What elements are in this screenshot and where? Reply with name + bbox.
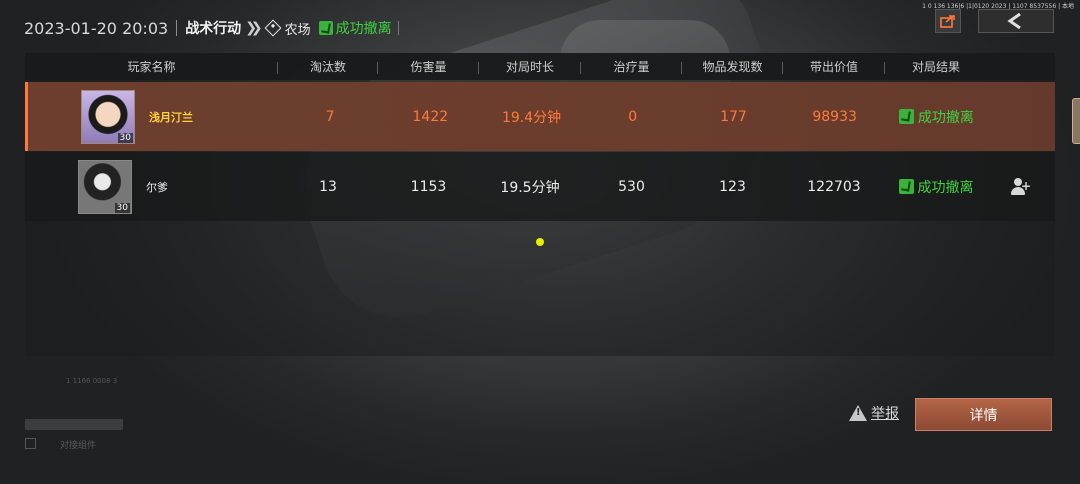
match-header: 2023-01-20 20:03 战术行动 ❯❯ 农场 成功撤离 [24,15,399,41]
report-label: 举报 [871,406,899,422]
items-found-value: 177 [720,108,747,125]
healing-value: 0 [628,108,638,125]
col-damage: 伤害量 [378,58,479,75]
details-button[interactable]: 详情 [915,398,1052,431]
faint-bar [25,419,123,430]
col-result: 对局结果 [911,60,960,74]
header-divider-end [397,21,399,35]
table-header: 玩家名称 淘汰数 伤害量 对局时长 治疗量 物品发现数 带出价值 对局结果 [25,53,1055,80]
duration-value: 19.5分钟 [500,179,560,196]
report-button[interactable]: 举报 [849,403,899,423]
cursor-dot [536,238,544,246]
avatar[interactable]: 30 [81,89,135,144]
faint-label: 对接组件 [60,441,97,451]
add-friend-plus: + [1020,178,1031,193]
add-friend-icon[interactable]: + [1011,177,1031,197]
extracted-value: 122703 [807,178,861,195]
player-name: 尔爹 [146,180,168,194]
share-button[interactable] [935,9,961,33]
col-items-found: 物品发现数 [682,58,783,75]
result-text: 成功撤离 [917,179,974,196]
avatar[interactable]: 30 [78,159,132,214]
result-cell: 成功撤离 [885,107,987,127]
back-button[interactable] [978,9,1054,33]
match-mode: 战术行动 [185,21,242,37]
col-healing: 治疗量 [581,58,682,75]
map-diamond-icon [264,19,282,37]
col-kills: 淘汰数 [278,58,378,75]
col-player-name: 玩家名称 [25,58,278,75]
back-arrow-icon [1007,13,1021,29]
result-cell: 成功撤离 [885,177,987,197]
table-row[interactable]: 30 尔爹 13 1153 19.5分钟 530 123 122703 成功撤离… [25,152,1055,221]
col-duration: 对局时长 [479,58,581,75]
success-icon [318,21,333,35]
damage-value: 1422 [412,108,449,125]
extracted-value: 98933 [812,108,857,125]
player-cell: 30 浅月汀兰 [28,89,280,144]
result-text: 成功撤离 [917,109,974,126]
warning-icon [849,405,867,421]
kills-value: 7 [325,108,335,125]
faint-id: 1 1166 0008 3 [66,377,118,385]
faint-checkbox[interactable] [25,438,36,449]
damage-value: 1153 [410,178,447,195]
match-result: 成功撤离 [335,21,392,37]
player-level: 30 [117,132,133,143]
duration-value: 19.4分钟 [501,109,562,126]
scoreboard-table: 玩家名称 淘汰数 伤害量 对局时长 治疗量 物品发现数 带出价值 对局结果 30… [25,53,1055,356]
match-datetime: 2023-01-20 20:03 [24,18,169,38]
col-extracted-value: 带出价值 [783,58,885,75]
player-level: 30 [114,202,130,213]
kills-value: 13 [319,178,337,195]
success-icon [898,109,914,124]
header-divider [176,20,178,36]
actions-cell: + [987,177,1055,197]
success-icon [898,179,914,194]
table-row[interactable]: 30 浅月汀兰 7 1422 19.4分钟 0 177 98933 成功撤离 [25,82,1055,151]
healing-value: 530 [618,178,645,195]
items-found-value: 123 [719,178,746,195]
player-name: 浅月汀兰 [149,110,193,124]
share-icon [940,15,955,28]
player-cell: 30 尔爹 [25,159,278,214]
match-map: 农场 [284,22,311,38]
chevron-right-icon: ❯❯ [245,20,263,36]
side-tab[interactable] [1072,98,1080,144]
